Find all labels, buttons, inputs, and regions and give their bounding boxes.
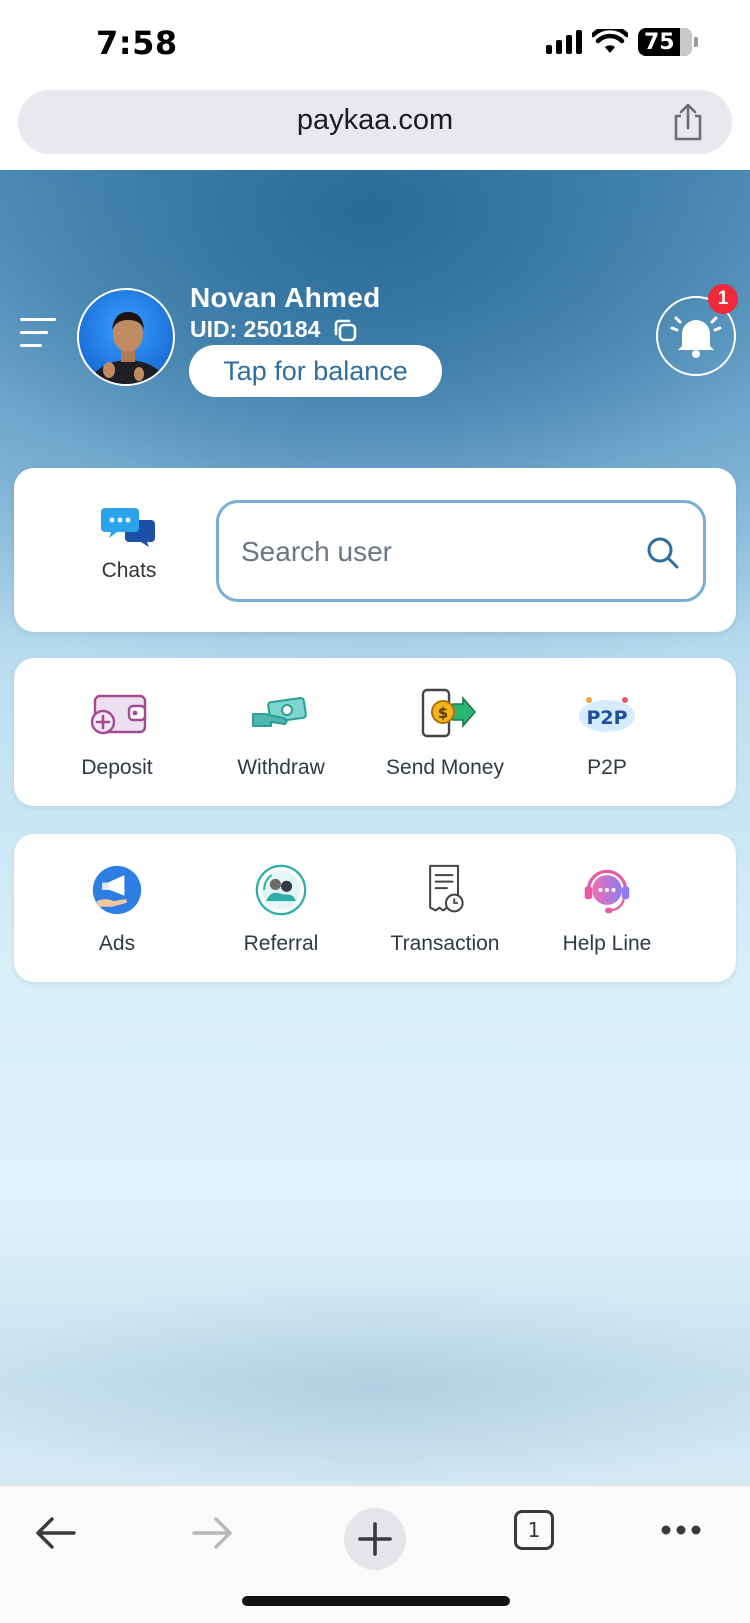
user-name: Novan Ahmed — [190, 282, 381, 313]
copy-icon[interactable] — [332, 317, 358, 343]
tabs-button[interactable]: 1 — [514, 1510, 554, 1550]
chats-button[interactable]: Chats — [74, 506, 184, 583]
ads-button[interactable]: Ads — [32, 864, 202, 956]
withdraw-button[interactable]: Withdraw — [196, 688, 366, 780]
search-field[interactable] — [216, 500, 706, 602]
search-icon[interactable] — [645, 535, 681, 571]
wallet-plus-icon — [90, 694, 147, 735]
action-label: Send Money — [386, 756, 504, 779]
page-content: Novan Ahmed UID: 250184 Tap for balance … — [0, 170, 750, 1485]
headset-icon — [584, 869, 630, 914]
p2p-icon: P2P — [579, 697, 635, 732]
chat-bubbles-icon — [101, 508, 155, 547]
status-bar: 7:58 75 — [0, 0, 750, 88]
search-card: Chats — [14, 468, 736, 632]
notification-badge: 1 — [708, 284, 738, 314]
avatar[interactable] — [77, 288, 175, 386]
svg-text:P2P: P2P — [586, 707, 627, 729]
user-photo — [88, 312, 168, 384]
referral-button[interactable]: Referral — [196, 864, 366, 956]
battery-level: 75 — [644, 29, 675, 55]
url-text[interactable]: paykaa.com — [18, 104, 732, 137]
action-label: Withdraw — [237, 756, 325, 779]
forward-arrow-icon[interactable] — [192, 1516, 234, 1550]
action-label: Referral — [243, 932, 319, 955]
send-money-button[interactable]: $ Send Money — [360, 688, 530, 780]
quick-actions-card: Deposit Withdraw $ Send Money P2P P2P — [14, 658, 736, 806]
cellular-signal-icon — [546, 30, 582, 54]
services-card: Ads Referral Transaction Help Line — [14, 834, 736, 982]
cash-hand-icon — [252, 696, 307, 727]
hamburger-menu-icon[interactable] — [20, 318, 58, 352]
user-uid: UID: 250184 — [190, 316, 358, 343]
action-label: Deposit — [81, 756, 153, 779]
help-line-button[interactable]: Help Line — [522, 864, 692, 956]
deposit-button[interactable]: Deposit — [32, 688, 202, 780]
new-tab-button[interactable] — [344, 1508, 406, 1570]
back-arrow-icon[interactable] — [34, 1516, 76, 1550]
chats-label: Chats — [101, 559, 157, 582]
action-label: Transaction — [390, 932, 500, 955]
share-icon[interactable] — [670, 102, 706, 142]
svg-text:$: $ — [438, 704, 448, 722]
tap-for-balance-button[interactable]: Tap for balance — [189, 345, 442, 397]
search-input[interactable] — [241, 527, 631, 577]
referral-icon — [255, 864, 307, 916]
megaphone-icon — [92, 865, 142, 915]
more-options-icon[interactable] — [660, 1524, 702, 1536]
status-time: 7:58 — [96, 24, 178, 62]
address-bar[interactable]: paykaa.com — [18, 90, 732, 154]
action-label: Ads — [98, 932, 136, 955]
phone-dollar-icon: $ — [421, 688, 477, 738]
tab-count: 1 — [527, 1518, 541, 1542]
p2p-button[interactable]: P2P P2P — [522, 688, 692, 780]
status-icons: 75 — [546, 28, 698, 56]
transaction-button[interactable]: Transaction — [360, 864, 530, 956]
plus-icon — [358, 1522, 392, 1556]
battery-icon: 75 — [638, 28, 698, 56]
receipt-clock-icon — [429, 864, 464, 913]
action-label: Help Line — [562, 932, 652, 955]
home-indicator — [242, 1596, 510, 1606]
action-label: P2P — [587, 756, 627, 779]
wifi-icon — [592, 29, 628, 53]
uid-text: UID: 250184 — [190, 316, 321, 342]
